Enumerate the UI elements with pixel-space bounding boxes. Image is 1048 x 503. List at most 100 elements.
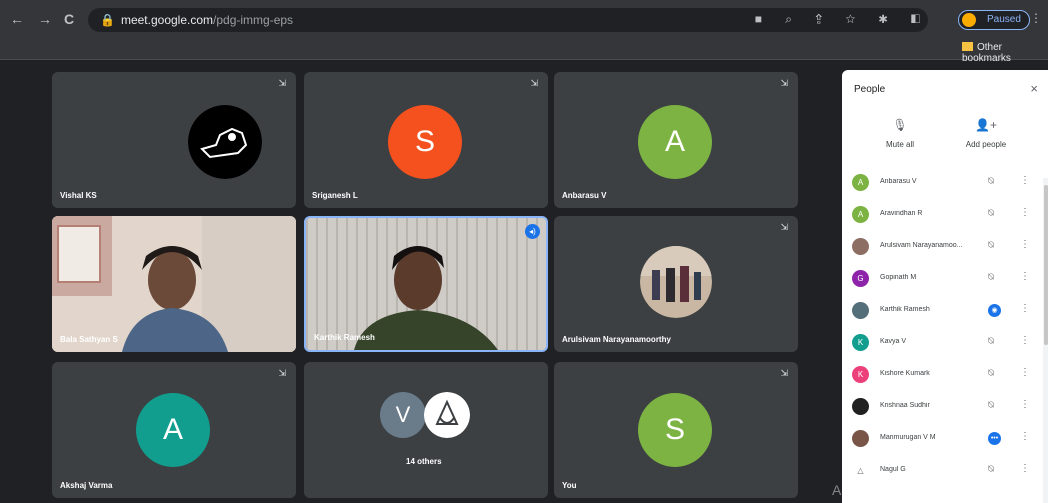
- participant-tile[interactable]: ⇲ Vishal KS: [52, 72, 296, 208]
- avatar: A: [136, 393, 210, 467]
- panel-title: People: [854, 84, 886, 95]
- participant-name: You: [562, 481, 577, 490]
- participant-name: Karthik Ramesh: [314, 333, 375, 342]
- mic-off-icon[interactable]: ⍉: [988, 400, 994, 411]
- mic-off-icon[interactable]: ⍉: [988, 464, 994, 475]
- scrollbar-thumb[interactable]: [1044, 185, 1048, 345]
- participant-name: Bala Sathyan S: [60, 335, 118, 344]
- avatar: S: [638, 393, 712, 467]
- video-feed: [52, 216, 296, 352]
- omnibox-icons[interactable]: ■ ⌕ ⇪ ☆ ✱ ◧: [755, 12, 930, 27]
- participant-tile[interactable]: S ⇲ Sriganesh L: [304, 72, 548, 208]
- participant-name: Anbarasu V: [562, 191, 607, 200]
- others-tile[interactable]: V 14 others: [304, 362, 548, 498]
- audio-level-icon[interactable]: •••: [988, 432, 1001, 445]
- people-panel: People × 🎙︎ Mute all 👤+ Add people A Anba…: [842, 70, 1048, 503]
- participant-row[interactable]: Krishnaa Sudhir ⍉ ⋮: [842, 390, 1042, 422]
- participant-name: Karthik Ramesh: [880, 306, 930, 313]
- participant-name: Kishore Kumark: [880, 370, 930, 377]
- avatar: [424, 392, 470, 438]
- participant-row[interactable]: Karthik Ramesh ◉ ⋮: [842, 294, 1042, 326]
- participant-tile[interactable]: A ⇲ Akshaj Varma: [52, 362, 296, 498]
- pin-icon[interactable]: ⇲: [530, 78, 538, 89]
- add-people-button[interactable]: 👤+ Add people: [946, 118, 1026, 149]
- avatar: [852, 398, 869, 415]
- profile-status-label: Paused: [987, 14, 1021, 25]
- mic-off-icon: 🎙︎: [892, 118, 908, 132]
- participant-tile[interactable]: ⇲ Arulsivam Narayanamoorthy: [554, 216, 798, 352]
- mute-all-label: Mute all: [885, 140, 914, 149]
- mic-off-icon[interactable]: ⍉: [988, 336, 994, 347]
- avatar: △: [852, 462, 869, 479]
- more-options-icon[interactable]: ⋮: [1020, 399, 1030, 410]
- avatar: [852, 430, 869, 447]
- participant-video-tile[interactable]: Bala Sathyan S: [52, 216, 296, 352]
- more-options-icon[interactable]: ⋮: [1020, 271, 1030, 282]
- avatar: A: [638, 105, 712, 179]
- participant-name: Kavya V: [880, 338, 907, 345]
- video-feed: [306, 218, 546, 350]
- pin-icon[interactable]: ⇲: [780, 368, 788, 379]
- more-options-icon[interactable]: ⋮: [1020, 303, 1030, 314]
- mic-off-icon[interactable]: ⍉: [988, 176, 994, 187]
- forward-button[interactable]: →: [38, 11, 52, 27]
- more-options-icon[interactable]: ⋮: [1020, 239, 1030, 250]
- mic-off-icon[interactable]: ⍉: [988, 208, 994, 219]
- pin-icon[interactable]: ⇲: [278, 368, 286, 379]
- participant-name: Sriganesh L: [312, 191, 358, 200]
- windows-activation-watermark: Activate Windows: [832, 482, 943, 498]
- mic-off-icon[interactable]: ⍉: [988, 368, 994, 379]
- avatar: V: [380, 392, 426, 438]
- more-options-icon[interactable]: ⋮: [1020, 175, 1030, 186]
- participant-row[interactable]: Marimurugan V M ••• ⋮: [842, 422, 1042, 454]
- add-people-label: Add people: [965, 140, 1007, 149]
- avatar: A: [852, 174, 869, 191]
- browser-toolbar: ← → C 🔒 meet.google.com/pdg-immg-eps ■ ⌕ …: [0, 0, 1048, 38]
- avatar: [188, 105, 262, 179]
- avatar: [640, 246, 712, 318]
- other-bookmarks-folder[interactable]: Other bookmarks: [962, 42, 1048, 64]
- reload-button[interactable]: C: [64, 11, 74, 27]
- add-person-icon: 👤+: [975, 118, 997, 132]
- close-icon[interactable]: ×: [1030, 81, 1038, 96]
- avatar: K: [852, 334, 869, 351]
- mute-all-button[interactable]: 🎙︎ Mute all: [860, 118, 940, 149]
- avatar: A: [852, 206, 869, 223]
- more-options-icon[interactable]: ⋮: [1020, 367, 1030, 378]
- more-options-icon[interactable]: ⋮: [1020, 463, 1030, 474]
- more-options-icon[interactable]: ⋮: [1020, 335, 1030, 346]
- participant-row[interactable]: G Gopinath M ⍉ ⋮: [842, 262, 1042, 294]
- participant-name: Anbarasu V: [880, 178, 917, 185]
- pin-icon[interactable]: ⇲: [278, 78, 286, 89]
- more-options-icon[interactable]: ⋮: [1020, 431, 1030, 442]
- avatar: [852, 238, 869, 255]
- mic-off-icon[interactable]: ⍉: [988, 272, 994, 283]
- participant-row[interactable]: A Aravindhan R ⍉ ⋮: [842, 198, 1042, 230]
- participant-name: Krishnaa Sudhir: [880, 402, 930, 409]
- lock-icon: 🔒: [100, 13, 115, 27]
- mic-off-icon[interactable]: ⍉: [988, 240, 994, 251]
- participant-name: Gopinath M: [880, 274, 917, 281]
- participant-row[interactable]: K Kavya V ⍉ ⋮: [842, 326, 1042, 358]
- participant-video-tile[interactable]: ◂) Karthik Ramesh: [304, 216, 548, 352]
- profile-button[interactable]: Paused: [958, 10, 1030, 30]
- speaking-icon[interactable]: ◉: [988, 304, 1001, 317]
- participant-name: Arulsivam Narayanamoo...: [880, 242, 963, 249]
- participant-row[interactable]: Arulsivam Narayanamoo... ⍉ ⋮: [842, 230, 1042, 262]
- participant-tile[interactable]: A ⇲ Anbarasu V: [554, 72, 798, 208]
- pin-icon[interactable]: ⇲: [780, 222, 788, 233]
- more-options-icon[interactable]: ⋮: [1020, 207, 1030, 218]
- participant-name: Arulsivam Narayanamoorthy: [562, 335, 671, 344]
- pin-icon[interactable]: ⇲: [780, 78, 788, 89]
- avatar: [852, 302, 869, 319]
- speaking-indicator-icon: ◂): [525, 224, 540, 239]
- participant-row[interactable]: A Anbarasu V ⍉ ⋮: [842, 166, 1042, 198]
- self-tile[interactable]: S ⇲ You: [554, 362, 798, 498]
- participant-name: Vishal KS: [60, 191, 97, 200]
- folder-icon: [962, 42, 973, 51]
- browser-menu-icon[interactable]: ⋮: [1030, 11, 1042, 25]
- back-button[interactable]: ←: [10, 11, 24, 27]
- participant-row[interactable]: K Kishore Kumark ⍉ ⋮: [842, 358, 1042, 390]
- url-path: /pdg-immg-eps: [213, 13, 294, 27]
- participant-name: Nagul G: [880, 466, 906, 473]
